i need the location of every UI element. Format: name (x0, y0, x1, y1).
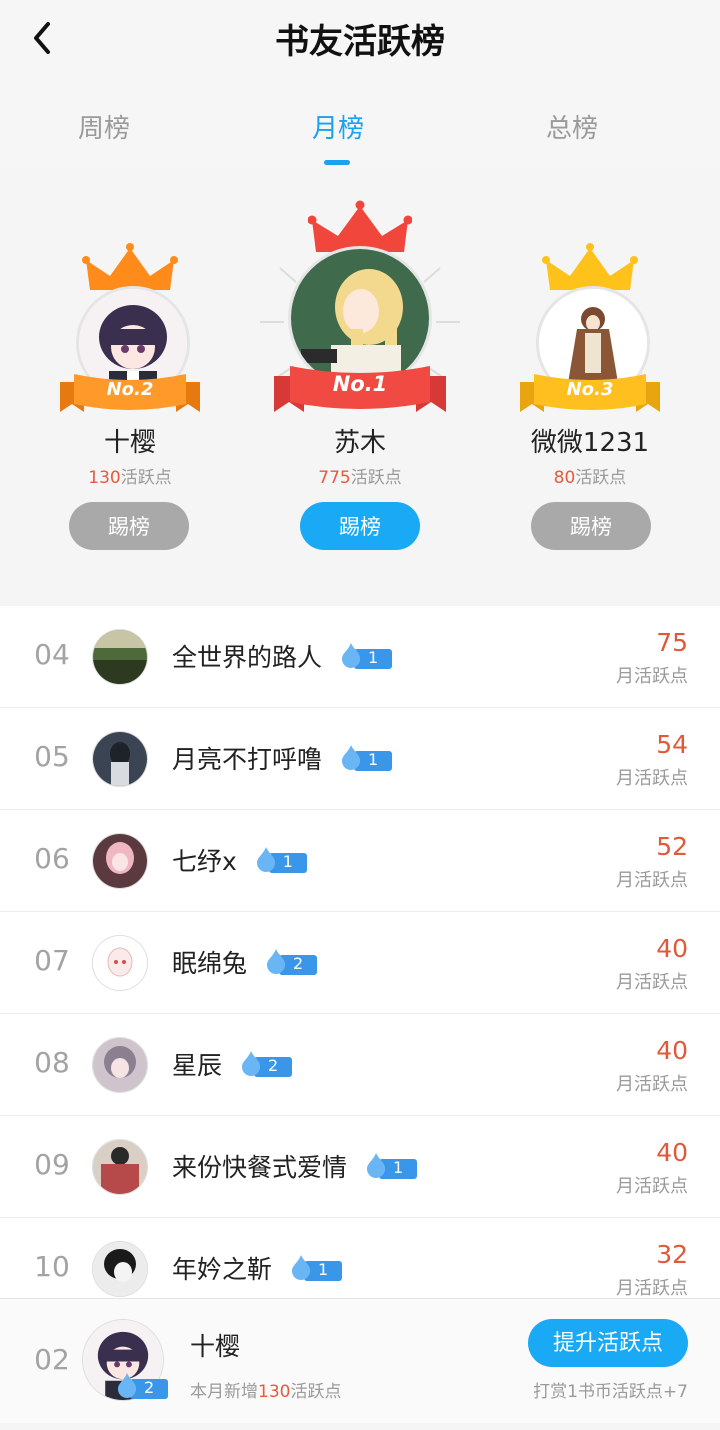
avatar[interactable] (92, 833, 148, 889)
user-name: 星辰 2 (172, 1046, 293, 1082)
user-name: 微微1231 (530, 428, 650, 458)
active-tab-indicator (324, 160, 350, 165)
rank-number: 10 (34, 1250, 70, 1283)
rank-label: No.2 (106, 379, 154, 400)
flame-icon (367, 1153, 386, 1178)
points-value: 54 (656, 730, 688, 759)
avatar[interactable] (92, 1241, 148, 1297)
flame-icon (267, 949, 286, 974)
user-name: 月亮不打呼噜 1 (172, 740, 393, 776)
my-rank-bar: 02 2 十樱 本月新增130活跃点 提升活跃点 打赏1书币活跃点+7 (0, 1298, 720, 1423)
points-value: 40 (656, 934, 688, 963)
top-three-podium: No.2 十樱 130活跃点 踢榜 No.1 苏木 775活跃点 踢榜 No.3… (0, 168, 720, 592)
list-item[interactable]: 07 眠绵兔 2 40 月活跃点 (0, 912, 720, 1014)
avatar[interactable] (92, 1037, 148, 1093)
list-item[interactable]: 05 月亮不打呼噜 1 54 月活跃点 (0, 708, 720, 810)
points-value: 40 (656, 1036, 688, 1065)
rank-label: No.1 (332, 372, 388, 396)
tab-bar: 周榜 月榜 总榜 (0, 80, 720, 169)
tab-monthly[interactable]: 月榜 (258, 108, 418, 145)
rank-label: No.3 (566, 379, 614, 400)
avatar[interactable] (92, 731, 148, 787)
rank-number: 05 (34, 740, 70, 773)
points-unit: 月活跃点 (616, 1176, 688, 1197)
ranking-list: 04 全世界的路人 1 75 月活跃点 05 月亮不打呼噜 1 54 月活跃点 06… (0, 606, 720, 1320)
reward-tip: 打赏1书币活跃点+7 (533, 1382, 688, 1402)
flame-icon (292, 1255, 311, 1280)
podium-first: No.1 苏木 775活跃点 踢榜 (240, 168, 480, 592)
level-badge: 1 (255, 847, 307, 873)
points-value: 32 (656, 1240, 688, 1269)
page-title: 书友活跃榜 (275, 22, 445, 62)
rank-number: 06 (34, 842, 70, 875)
podium-third: No.3 微微1231 80活跃点 踢榜 (470, 168, 710, 592)
points-text: 80活跃点 (553, 468, 627, 488)
points-unit: 月活跃点 (616, 972, 688, 993)
list-item[interactable]: 06 七纾x 1 52 月活跃点 (0, 810, 720, 912)
podium-second: No.2 十樱 130活跃点 踢榜 (10, 168, 250, 592)
my-name: 十樱 (190, 1332, 241, 1361)
list-item[interactable]: 04 全世界的路人 1 75 月活跃点 (0, 606, 720, 708)
user-name: 来份快餐式爱情 1 (172, 1148, 418, 1184)
kick-button[interactable]: 踢榜 (531, 502, 651, 550)
flame-icon (118, 1373, 137, 1398)
level-badge: 1 (340, 643, 393, 669)
flame-icon (342, 745, 361, 770)
top-bar: 书友活跃榜 (0, 0, 720, 80)
user-name: 全世界的路人 1 (172, 638, 393, 674)
level-badge: 2 (116, 1373, 168, 1399)
kick-button[interactable]: 踢榜 (300, 502, 420, 550)
points-text: 775活跃点 (318, 468, 402, 488)
user-name: 十樱 (103, 428, 156, 458)
points-value: 52 (656, 832, 688, 861)
avatar[interactable] (92, 935, 148, 991)
list-item[interactable]: 09 来份快餐式爱情 1 40 月活跃点 (0, 1116, 720, 1218)
points-value: 75 (656, 628, 688, 657)
user-name: 苏木 (333, 428, 386, 458)
level-badge: 1 (290, 1255, 343, 1281)
rank-number: 04 (34, 638, 70, 671)
rank-number: 09 (34, 1148, 70, 1181)
rank-number: 07 (34, 944, 70, 977)
level-badge: 1 (340, 745, 393, 771)
my-points-summary: 本月新增130活跃点 (190, 1382, 342, 1402)
avatar[interactable] (92, 629, 148, 685)
user-name: 年妗之靳 1 (172, 1250, 343, 1286)
level-badge: 2 (240, 1051, 293, 1077)
user-name: 七纾x 1 (172, 842, 307, 878)
points-unit: 月活跃点 (616, 870, 688, 891)
points-text: 130活跃点 (88, 468, 172, 488)
user-name: 眠绵兔 2 (172, 944, 318, 980)
points-unit: 月活跃点 (616, 666, 688, 687)
flame-icon (256, 847, 275, 872)
list-item[interactable]: 08 星辰 2 40 月活跃点 (0, 1014, 720, 1116)
tab-weekly[interactable]: 周榜 (24, 108, 184, 145)
boost-activity-button[interactable]: 提升活跃点 (528, 1319, 688, 1367)
points-unit: 月活跃点 (616, 1074, 688, 1095)
points-value: 40 (656, 1138, 688, 1167)
avatar[interactable] (92, 1139, 148, 1195)
points-unit: 月活跃点 (616, 1278, 688, 1299)
rank-number: 02 (34, 1343, 70, 1376)
tab-overall[interactable]: 总榜 (492, 108, 652, 145)
level-badge: 1 (365, 1153, 418, 1179)
rank-number: 08 (34, 1046, 70, 1079)
kick-button[interactable]: 踢榜 (69, 502, 189, 550)
level-badge: 2 (265, 949, 318, 975)
flame-icon (242, 1051, 261, 1076)
points-unit: 月活跃点 (616, 768, 688, 789)
flame-icon (342, 643, 361, 668)
